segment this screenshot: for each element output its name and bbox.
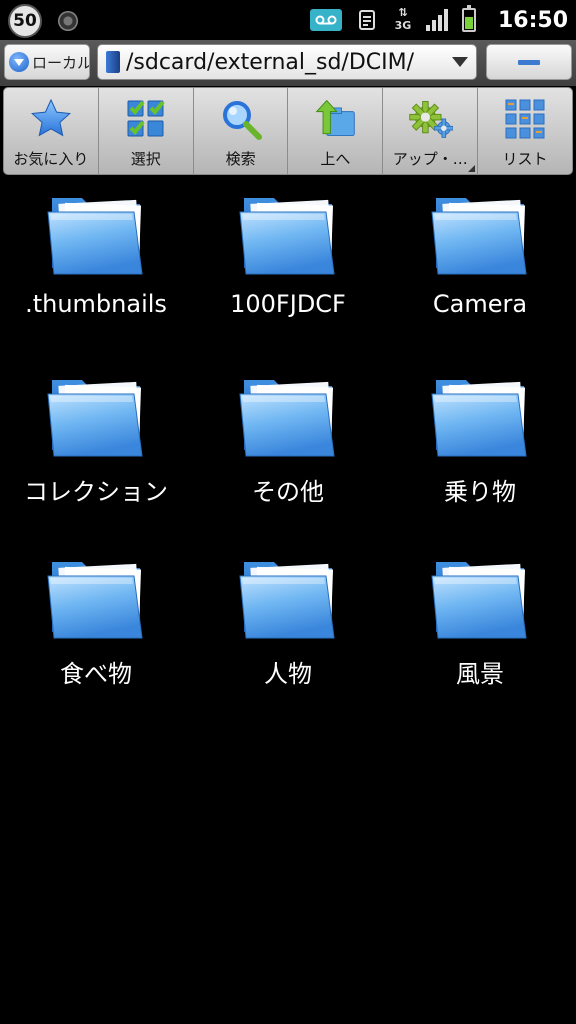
- folder-icon: [431, 561, 527, 639]
- up-folder-icon: [312, 96, 358, 142]
- status-bar: 50 ⇅ 3G 16:50: [0, 0, 576, 40]
- folder-name: 風景: [456, 660, 504, 688]
- select-button[interactable]: 選択: [99, 88, 194, 174]
- folder-name: コレクション: [24, 478, 168, 506]
- minus-icon: [518, 59, 540, 65]
- folder-name: 100FJDCF: [230, 290, 346, 318]
- voicemail-icon: [309, 9, 342, 31]
- location-button-label: ローカル: [32, 53, 90, 72]
- folder-name: 人物: [264, 660, 312, 688]
- up-button[interactable]: 上へ: [288, 88, 384, 174]
- star-icon: [28, 96, 74, 142]
- status-left: 50: [8, 4, 78, 38]
- folder-item[interactable]: 100FJDCF: [192, 190, 384, 350]
- sdcard-icon: [106, 51, 120, 73]
- chevron-down-circle-icon: [9, 52, 29, 72]
- folder-icon: [239, 197, 335, 275]
- folder-name: 食べ物: [60, 660, 132, 688]
- path-text: /sdcard/external_sd/DCIM/: [126, 49, 414, 75]
- folder-item[interactable]: Camera: [384, 190, 576, 350]
- folder-icon: [431, 379, 527, 457]
- network-type-icon: ⇅ 3G: [392, 6, 414, 34]
- collapse-button[interactable]: [486, 44, 572, 80]
- clock: 16:50: [497, 7, 568, 33]
- search-label: 検索: [225, 150, 256, 168]
- magnifier-icon: [218, 96, 264, 142]
- network-type-label: 3G: [394, 19, 412, 32]
- folder-name: .thumbnails: [25, 290, 167, 318]
- folder-icon: [239, 379, 335, 457]
- data-arrows-icon: ⇅: [398, 6, 408, 19]
- folder-item[interactable]: コレクション: [0, 372, 192, 532]
- location-button[interactable]: ローカル: [4, 44, 90, 80]
- checklist-icon: [123, 96, 169, 142]
- list-view-button[interactable]: リスト: [478, 88, 572, 174]
- favorites-label: お気に入り: [13, 150, 89, 168]
- folder-icon: [431, 197, 527, 275]
- folder-item[interactable]: 風景: [384, 554, 576, 714]
- folder-icon: [47, 561, 143, 639]
- upload-menu-label: アップ・…: [392, 150, 468, 168]
- path-dropdown[interactable]: /sdcard/external_sd/DCIM/: [97, 44, 477, 80]
- folder-icon: [47, 197, 143, 275]
- favorites-button[interactable]: お気に入り: [4, 88, 99, 174]
- folder-item[interactable]: その他: [192, 372, 384, 532]
- folder-item[interactable]: 乗り物: [384, 372, 576, 532]
- select-label: 選択: [130, 150, 161, 168]
- folder-name: Camera: [432, 290, 528, 318]
- more-indicator-icon: [468, 165, 476, 172]
- signal-strength-icon: [425, 9, 448, 31]
- folder-name: 乗り物: [444, 478, 516, 506]
- folder-item[interactable]: 食べ物: [0, 554, 192, 714]
- search-button[interactable]: 検索: [194, 88, 289, 174]
- upload-menu-button[interactable]: アップ・…: [383, 88, 479, 174]
- folder-icon: [47, 379, 143, 457]
- address-bar: ローカル /sdcard/external_sd/DCIM/: [0, 40, 576, 86]
- up-label: 上へ: [320, 150, 351, 168]
- dropdown-arrow-icon: [452, 57, 468, 67]
- gears-icon: [407, 96, 454, 142]
- folder-icon: [239, 561, 335, 639]
- grid-view-icon: [502, 96, 548, 142]
- notification-count-badge[interactable]: 50: [8, 4, 42, 38]
- status-right: ⇅ 3G 16:50: [309, 4, 568, 36]
- sync-icon: [354, 7, 380, 33]
- folder-name: その他: [252, 478, 324, 506]
- camera-notification-icon[interactable]: [58, 11, 78, 31]
- toolbar: お気に入り 選択 検索 上へ アップ・… リスト: [3, 87, 573, 175]
- list-view-label: リスト: [502, 150, 548, 168]
- folder-item[interactable]: .thumbnails: [0, 190, 192, 350]
- battery-icon: [461, 5, 476, 32]
- folder-item[interactable]: 人物: [192, 554, 384, 714]
